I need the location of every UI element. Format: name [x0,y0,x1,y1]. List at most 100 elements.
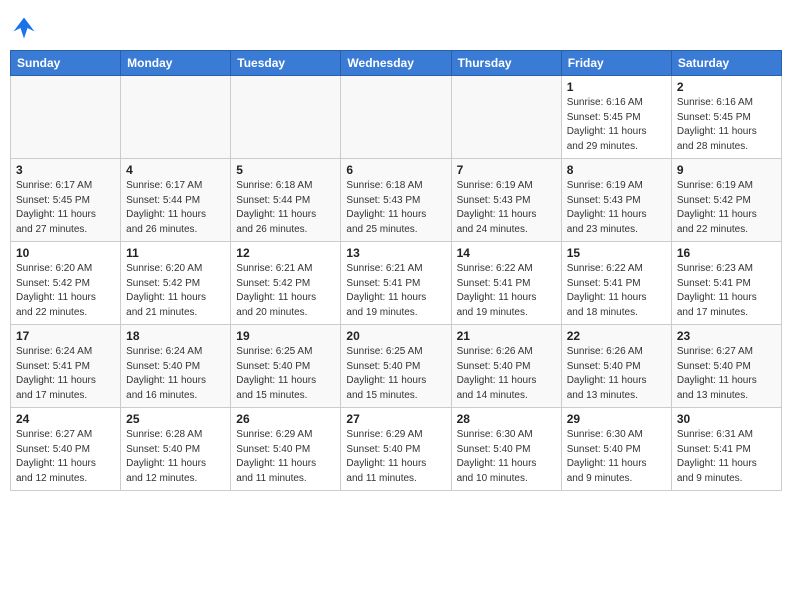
day-cell-7: 7 Sunrise: 6:19 AMSunset: 5:43 PMDaylight… [451,159,561,242]
day-cell-5: 5 Sunrise: 6:18 AMSunset: 5:44 PMDaylight… [231,159,341,242]
day-number: 15 [567,246,666,260]
day-number: 8 [567,163,666,177]
day-cell-10: 10 Sunrise: 6:20 AMSunset: 5:42 PMDayligh… [11,242,121,325]
day-cell-13: 13 Sunrise: 6:21 AMSunset: 5:41 PMDayligh… [341,242,451,325]
day-cell-29: 29 Sunrise: 6:30 AMSunset: 5:40 PMDayligh… [561,408,671,491]
weekday-header-tuesday: Tuesday [231,51,341,76]
weekday-header-row: SundayMondayTuesdayWednesdayThursdayFrid… [11,51,782,76]
day-cell-6: 6 Sunrise: 6:18 AMSunset: 5:43 PMDaylight… [341,159,451,242]
day-info: Sunrise: 6:24 AMSunset: 5:40 PMDaylight:… [126,345,225,403]
day-cell-8: 8 Sunrise: 6:19 AMSunset: 5:43 PMDaylight… [561,159,671,242]
day-info: Sunrise: 6:28 AMSunset: 5:40 PMDaylight:… [126,428,225,486]
logo-icon [10,14,38,42]
day-info: Sunrise: 6:26 AMSunset: 5:40 PMDaylight:… [457,345,556,403]
day-info: Sunrise: 6:30 AMSunset: 5:40 PMDaylight:… [567,428,666,486]
day-cell-22: 22Sunrise: 6:26 AMSunset: 5:40 PMDayligh… [561,325,671,408]
day-number: 13 [346,246,445,260]
day-number: 28 [457,412,556,426]
day-number: 22 [567,329,666,343]
week-row-3: 10 Sunrise: 6:20 AMSunset: 5:42 PMDayligh… [11,242,782,325]
day-info: Sunrise: 6:31 AMSunset: 5:41 PMDaylight:… [677,428,776,486]
day-info: Sunrise: 6:29 AMSunset: 5:40 PMDaylight:… [236,428,335,486]
day-cell-26: 26 Sunrise: 6:29 AMSunset: 5:40 PMDayligh… [231,408,341,491]
day-info: Sunrise: 6:27 AMSunset: 5:40 PMDaylight:… [677,345,776,403]
day-info: Sunrise: 6:16 AMSunset: 5:45 PMDaylight:… [567,96,666,154]
day-cell-15: 15Sunrise: 6:22 AMSunset: 5:41 PMDayligh… [561,242,671,325]
weekday-header-thursday: Thursday [451,51,561,76]
day-number: 1 [567,80,666,94]
weekday-header-sunday: Sunday [11,51,121,76]
week-row-2: 3 Sunrise: 6:17 AMSunset: 5:45 PMDaylight… [11,159,782,242]
day-number: 6 [346,163,445,177]
day-number: 18 [126,329,225,343]
day-cell-3: 3 Sunrise: 6:17 AMSunset: 5:45 PMDaylight… [11,159,121,242]
day-cell-17: 17 Sunrise: 6:24 AMSunset: 5:41 PMDayligh… [11,325,121,408]
day-info: Sunrise: 6:23 AMSunset: 5:41 PMDaylight:… [677,262,776,320]
day-info: Sunrise: 6:19 AMSunset: 5:43 PMDaylight:… [567,179,666,237]
day-cell-1: 1 Sunrise: 6:16 AMSunset: 5:45 PMDaylight… [561,76,671,159]
day-info: Sunrise: 6:18 AMSunset: 5:44 PMDaylight:… [236,179,335,237]
weekday-header-saturday: Saturday [671,51,781,76]
day-cell-27: 27 Sunrise: 6:29 AMSunset: 5:40 PMDayligh… [341,408,451,491]
day-info: Sunrise: 6:21 AMSunset: 5:42 PMDaylight:… [236,262,335,320]
day-info: Sunrise: 6:30 AMSunset: 5:40 PMDaylight:… [457,428,556,486]
day-cell-11: 11 Sunrise: 6:20 AMSunset: 5:42 PMDayligh… [121,242,231,325]
day-cell-4: 4 Sunrise: 6:17 AMSunset: 5:44 PMDaylight… [121,159,231,242]
day-number: 5 [236,163,335,177]
empty-cell [341,76,451,159]
week-row-5: 24 Sunrise: 6:27 AMSunset: 5:40 PMDayligh… [11,408,782,491]
week-row-1: 1 Sunrise: 6:16 AMSunset: 5:45 PMDaylight… [11,76,782,159]
weekday-header-friday: Friday [561,51,671,76]
empty-cell [231,76,341,159]
day-number: 26 [236,412,335,426]
day-cell-19: 19Sunrise: 6:25 AMSunset: 5:40 PMDayligh… [231,325,341,408]
day-info: Sunrise: 6:20 AMSunset: 5:42 PMDaylight:… [16,262,115,320]
day-cell-23: 23 Sunrise: 6:27 AMSunset: 5:40 PMDayligh… [671,325,781,408]
day-number: 30 [677,412,776,426]
day-cell-24: 24 Sunrise: 6:27 AMSunset: 5:40 PMDayligh… [11,408,121,491]
day-number: 10 [16,246,115,260]
day-info: Sunrise: 6:19 AMSunset: 5:43 PMDaylight:… [457,179,556,237]
day-cell-21: 21 Sunrise: 6:26 AMSunset: 5:40 PMDayligh… [451,325,561,408]
day-number: 23 [677,329,776,343]
day-number: 20 [346,329,445,343]
day-cell-2: 2Sunrise: 6:16 AMSunset: 5:45 PMDaylight… [671,76,781,159]
day-info: Sunrise: 6:17 AMSunset: 5:44 PMDaylight:… [126,179,225,237]
day-number: 27 [346,412,445,426]
day-cell-9: 9Sunrise: 6:19 AMSunset: 5:42 PMDaylight… [671,159,781,242]
day-number: 12 [236,246,335,260]
day-number: 7 [457,163,556,177]
logo [10,14,42,42]
day-info: Sunrise: 6:21 AMSunset: 5:41 PMDaylight:… [346,262,445,320]
day-info: Sunrise: 6:17 AMSunset: 5:45 PMDaylight:… [16,179,115,237]
day-number: 11 [126,246,225,260]
day-info: Sunrise: 6:29 AMSunset: 5:40 PMDaylight:… [346,428,445,486]
day-info: Sunrise: 6:19 AMSunset: 5:42 PMDaylight:… [677,179,776,237]
day-number: 24 [16,412,115,426]
day-number: 16 [677,246,776,260]
day-cell-28: 28 Sunrise: 6:30 AMSunset: 5:40 PMDayligh… [451,408,561,491]
day-info: Sunrise: 6:25 AMSunset: 5:40 PMDaylight:… [346,345,445,403]
day-number: 14 [457,246,556,260]
day-number: 21 [457,329,556,343]
weekday-header-wednesday: Wednesday [341,51,451,76]
day-number: 3 [16,163,115,177]
calendar-table: SundayMondayTuesdayWednesdayThursdayFrid… [10,50,782,491]
day-info: Sunrise: 6:24 AMSunset: 5:41 PMDaylight:… [16,345,115,403]
day-cell-18: 18 Sunrise: 6:24 AMSunset: 5:40 PMDayligh… [121,325,231,408]
empty-cell [451,76,561,159]
day-cell-25: 25 Sunrise: 6:28 AMSunset: 5:40 PMDayligh… [121,408,231,491]
day-number: 2 [677,80,776,94]
page-header [10,10,782,42]
day-info: Sunrise: 6:27 AMSunset: 5:40 PMDaylight:… [16,428,115,486]
day-number: 17 [16,329,115,343]
day-info: Sunrise: 6:22 AMSunset: 5:41 PMDaylight:… [457,262,556,320]
day-cell-16: 16 Sunrise: 6:23 AMSunset: 5:41 PMDayligh… [671,242,781,325]
day-number: 4 [126,163,225,177]
day-info: Sunrise: 6:18 AMSunset: 5:43 PMDaylight:… [346,179,445,237]
day-cell-20: 20 Sunrise: 6:25 AMSunset: 5:40 PMDayligh… [341,325,451,408]
day-number: 25 [126,412,225,426]
day-number: 29 [567,412,666,426]
day-number: 19 [236,329,335,343]
day-info: Sunrise: 6:20 AMSunset: 5:42 PMDaylight:… [126,262,225,320]
